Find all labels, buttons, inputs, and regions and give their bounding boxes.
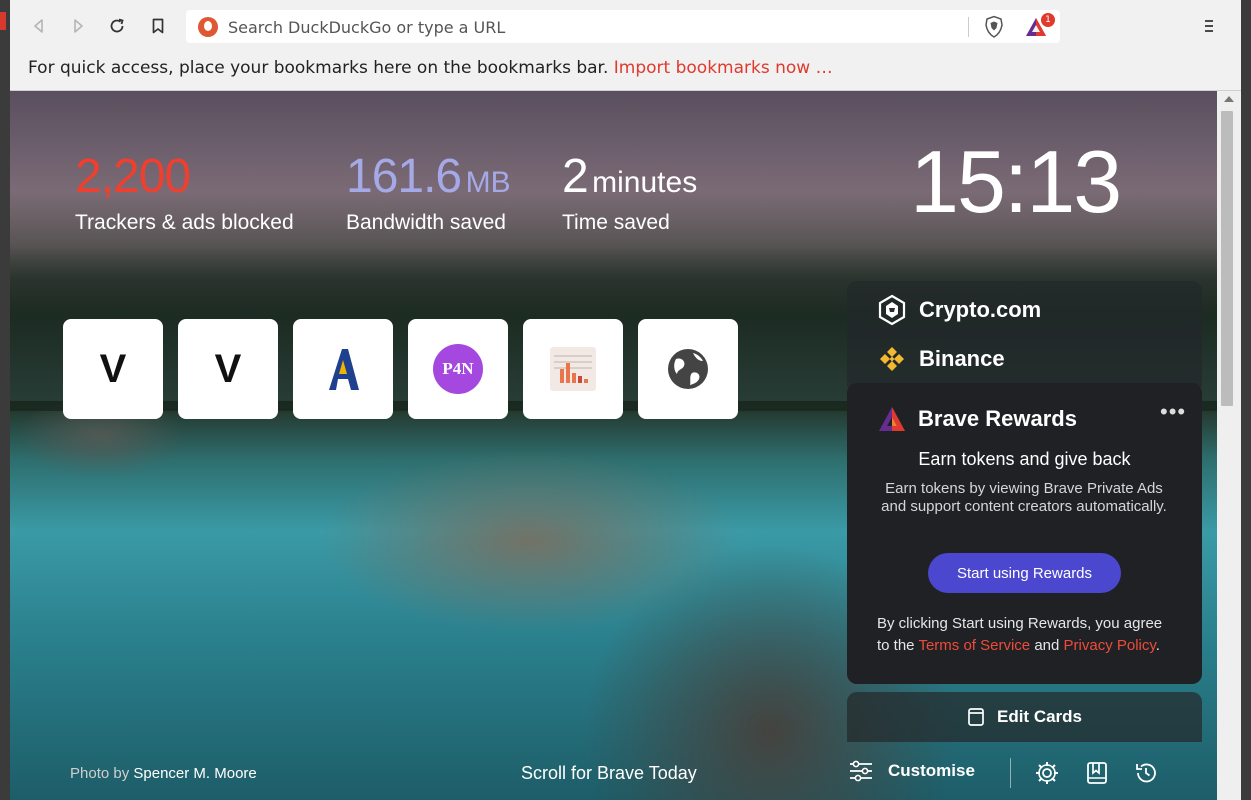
import-bookmarks-link[interactable]: Import bookmarks now … [614,58,833,78]
address-bar[interactable]: 1 [186,10,1060,43]
crypto-com-title: Crypto.com [919,296,1042,322]
top-site-tile[interactable] [523,319,623,419]
photo-by-label: Photo by [70,765,130,782]
bookmarks-bar: For quick access, place your bookmarks h… [10,52,1241,91]
main-menu-button[interactable] [1196,13,1222,39]
photographer-link[interactable]: Spencer M. Moore [133,765,256,782]
new-tab-page: 2,200 Trackers & ads blocked 161.6 MB Ba… [10,91,1217,800]
globe-icon [668,349,708,389]
bookmarks-icon[interactable] [1084,760,1110,786]
binance-icon [880,346,904,371]
search-input[interactable] [228,16,928,38]
forward-button[interactable] [65,13,91,39]
bookmark-icon [152,18,164,34]
rewards-heading: Earn tokens and give back [918,449,1131,469]
window-right-edge [1241,0,1251,800]
bandwidth-label: Bandwidth saved [346,211,506,234]
top-site-tile[interactable]: V [63,319,163,419]
time-label: Time saved [562,211,670,234]
top-site-tile[interactable]: P4N [408,319,508,419]
edit-cards-button[interactable]: Edit Cards [847,692,1202,742]
top-sites-grid: V V P4N [63,319,738,419]
terms-and: and [1034,637,1060,654]
crypto-com-icon [878,294,906,325]
customise-button[interactable]: Customise [848,759,975,783]
binance-card-header[interactable]: Binance [847,330,1202,387]
adjacent-window-mark [0,12,6,30]
rewards-more-options-button[interactable]: ••• [1160,399,1186,425]
bookmark-button[interactable] [145,13,171,39]
edit-cards-icon [968,708,984,726]
time-unit: minutes [592,166,698,199]
v-logo-icon: V [99,346,127,391]
brave-rewards-card: Brave Rewards ••• Earn tokens and give b… [847,383,1202,684]
bandwidth-unit: MB [465,166,511,199]
brave-shield-icon[interactable] [983,15,1005,39]
bat-logo-icon [879,407,905,431]
footer-divider [1010,758,1011,788]
scroll-for-brave-today[interactable]: Scroll for Brave Today [521,763,697,784]
page-scrollbar[interactable] [1217,91,1241,800]
browser-toolbar: 1 [10,0,1241,52]
scroll-up-arrow-icon[interactable] [1224,96,1234,102]
top-site-tile[interactable] [638,319,738,419]
stat-trackers-blocked: 2,200 Trackers & ads blocked [75,151,294,235]
rewards-terms-text: By clicking Start using Rewards, you agr… [877,613,1177,657]
p4n-logo-icon: P4N [433,344,483,394]
scrollbar-thumb[interactable] [1221,111,1233,406]
back-arrow-icon [34,19,43,33]
bookmarks-bar-message: For quick access, place your bookmarks h… [28,58,609,78]
widget-cards: Crypto.com Binance Brave Rewards ••• Ear… [847,281,1202,742]
rewards-description: Earn tokens by viewing Brave Private Ads… [881,480,1167,515]
sliders-icon [850,760,872,782]
clock: 15:13 [910,132,1122,231]
adjacent-window-edge [0,0,10,800]
stat-time-saved: 2 minutes Time saved [562,151,697,235]
time-value: 2 [562,150,589,203]
bandwidth-value: 161.6 [346,150,462,203]
stat-bandwidth-saved: 161.6 MB Bandwidth saved [346,151,511,235]
start-using-rewards-button[interactable]: Start using Rewards [928,553,1121,593]
back-button[interactable] [26,13,52,39]
trackers-label: Trackers & ads blocked [75,211,294,234]
terms-suffix: . [1155,637,1160,654]
a-logo-icon [329,349,359,390]
rewards-notification-badge: 1 [1041,13,1055,27]
reload-icon [110,18,124,33]
rewards-card-title: Brave Rewards [918,406,1077,431]
address-bar-divider [968,17,969,37]
binance-title: Binance [919,345,1005,371]
v-logo-icon: V [214,346,242,391]
duckduckgo-icon [198,17,218,37]
trackers-count: 2,200 [75,150,191,203]
reload-button[interactable] [104,13,130,39]
history-icon[interactable] [1133,760,1159,786]
edit-cards-label: Edit Cards [996,707,1083,726]
customise-label: Customise [888,761,975,780]
terms-of-service-link[interactable]: Terms of Service [918,637,1030,654]
privacy-policy-link[interactable]: Privacy Policy [1064,637,1156,654]
chart-thumbnail-icon [550,347,596,391]
top-site-tile[interactable] [293,319,393,419]
photo-credit: Photo by Spencer M. Moore [70,765,257,782]
hamburger-menu-icon [1205,20,1213,32]
settings-gear-icon[interactable] [1034,760,1060,786]
top-site-tile[interactable]: V [178,319,278,419]
forward-arrow-icon [74,19,83,33]
